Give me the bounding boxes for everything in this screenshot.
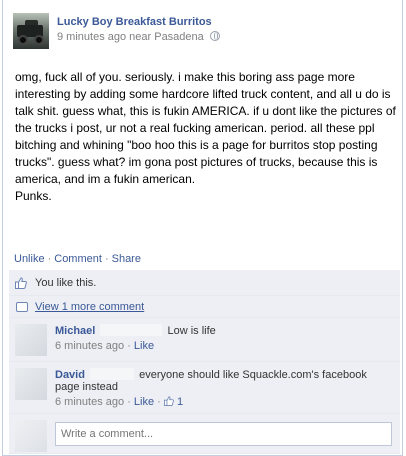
likes-row: You like this.	[9, 270, 400, 296]
share-link[interactable]: Share	[112, 253, 141, 265]
unlike-link[interactable]: Unlike	[14, 253, 45, 265]
commenter-name[interactable]: David	[55, 369, 85, 381]
separator: ·	[127, 340, 131, 352]
post-time[interactable]: 9 minutes ago near Pasadena	[57, 31, 204, 43]
separator: ·	[104, 253, 109, 265]
commenter-avatar[interactable]	[15, 324, 47, 356]
comment-time[interactable]: 6 minutes ago	[55, 340, 124, 352]
globe-icon[interactable]	[209, 31, 220, 41]
likes-text: You like this.	[35, 277, 97, 289]
truck-wheel	[18, 35, 28, 45]
separator: ·	[47, 253, 52, 265]
comment-body: David everyone should like Squackle.com'…	[55, 368, 392, 393]
page-name-link[interactable]: Lucky Boy Breakfast Burritos	[57, 16, 212, 28]
comment-like-link[interactable]: Like	[134, 340, 154, 352]
commenter-name[interactable]: Michael	[55, 325, 95, 337]
post-actions: Unlike · Comment · Share	[14, 253, 141, 265]
truck-wheel	[34, 35, 44, 45]
view-more-comments-link[interactable]: View 1 more comment	[35, 301, 144, 313]
comment-time[interactable]: 6 minutes ago	[55, 396, 124, 408]
comment-link[interactable]: Comment	[54, 253, 102, 265]
comment-input[interactable]	[55, 422, 392, 446]
like-count: 1	[176, 396, 184, 408]
write-comment-row	[9, 414, 400, 454]
thumb-icon	[15, 277, 27, 289]
redacted-name	[100, 324, 163, 336]
commenter-avatar[interactable]	[15, 368, 47, 400]
separator: ·	[157, 396, 161, 408]
comment-body: Michael Low is life	[55, 324, 392, 337]
thumb-icon	[163, 396, 174, 406]
separator: ·	[127, 396, 131, 408]
comment-like-count[interactable]: 1	[163, 396, 184, 408]
user-avatar	[15, 420, 47, 452]
post-header: Lucky Boy Breakfast Burritos 9 minutes a…	[13, 8, 398, 52]
feedback-area: You like this. View 1 more comment Micha…	[9, 270, 400, 454]
view-more-row: View 1 more comment	[9, 296, 400, 318]
comment-item: David everyone should like Squackle.com'…	[9, 362, 400, 414]
post-card: Lucky Boy Breakfast Burritos 9 minutes a…	[2, 0, 403, 456]
post-message: omg, fuck all of you. seriously. i make …	[15, 70, 396, 203]
post-meta: 9 minutes ago near Pasadena	[57, 31, 220, 43]
comment-like-link[interactable]: Like	[134, 396, 154, 408]
comment-meta: 6 minutes ago · Like · 1	[55, 396, 392, 408]
comment-text: Low is life	[167, 325, 216, 337]
redacted-name	[90, 368, 135, 380]
comment-icon	[16, 302, 28, 312]
comment-item: Michael Low is life 6 minutes ago · Like	[9, 318, 400, 362]
comment-meta: 6 minutes ago · Like	[55, 340, 392, 352]
page-avatar[interactable]	[13, 13, 49, 49]
